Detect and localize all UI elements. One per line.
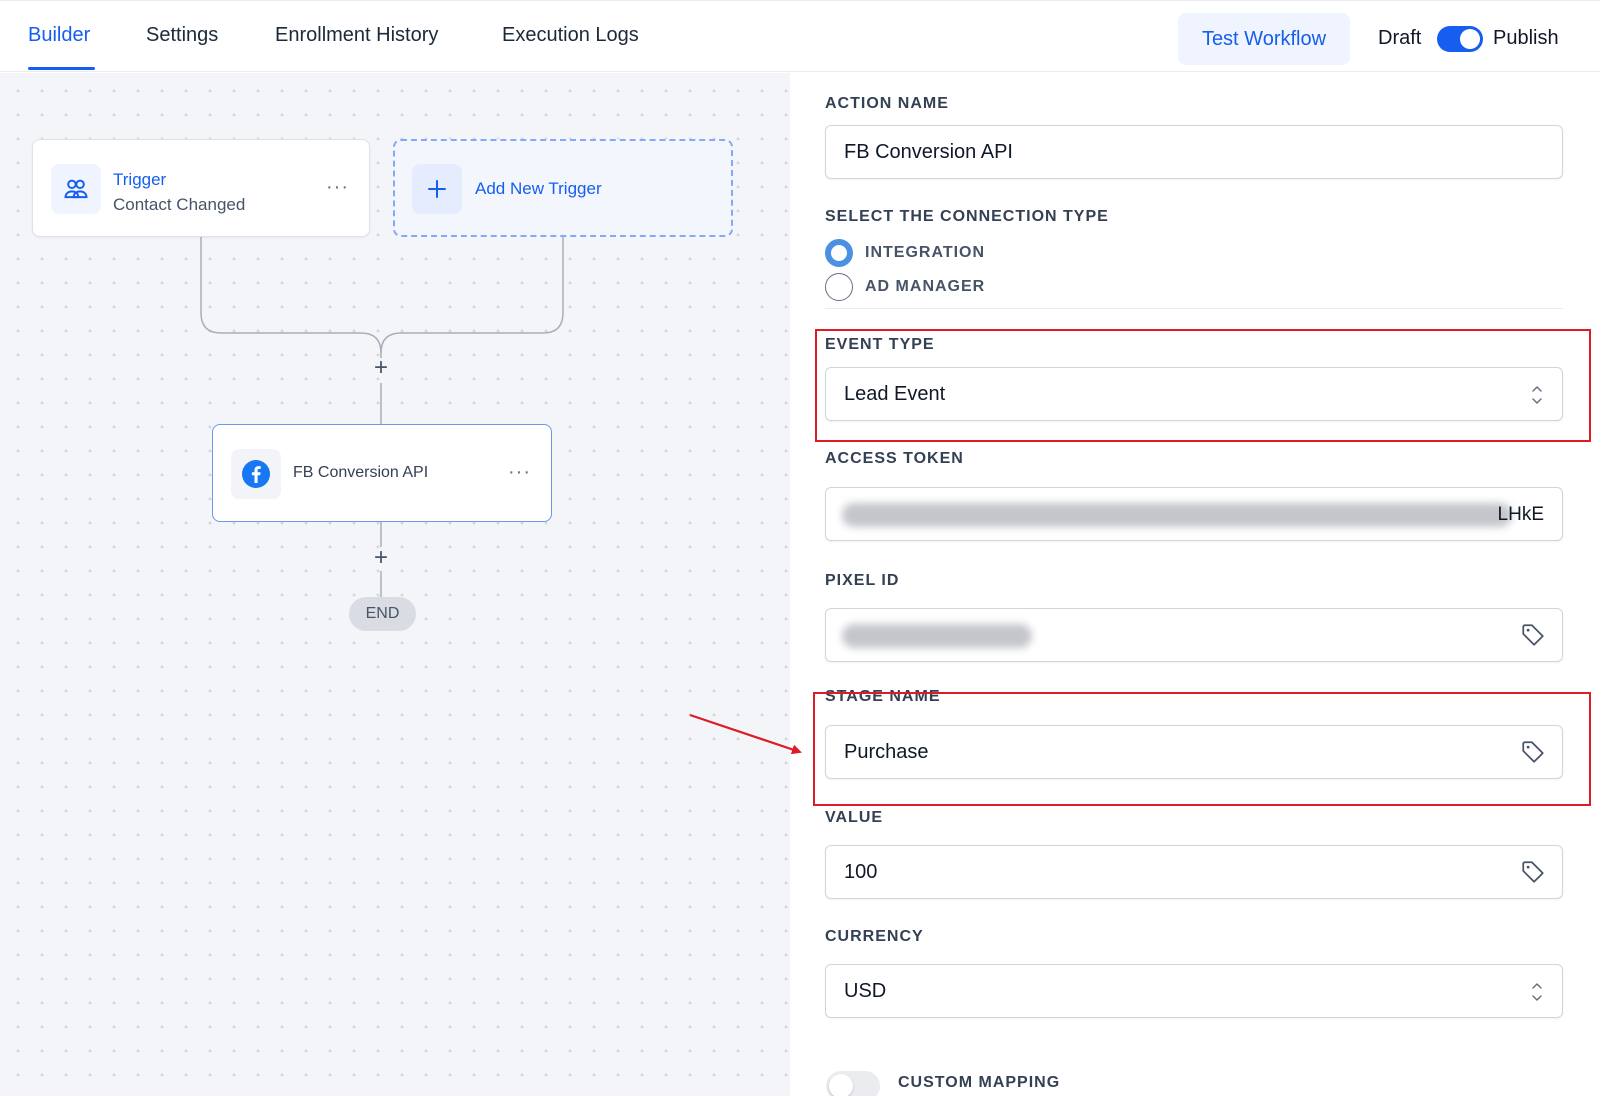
access-token-suffix: LHkE: [1497, 504, 1544, 525]
radio-ad-manager[interactable]: AD MANAGER: [825, 273, 985, 301]
value-label: VALUE: [825, 809, 884, 826]
add-new-trigger-button[interactable]: Add New Trigger: [393, 139, 733, 237]
currency-value: USD: [844, 980, 887, 1002]
top-bar: Builder Settings Enrollment History Exec…: [0, 0, 1600, 72]
radio-integration-circle[interactable]: [825, 239, 853, 267]
action-settings-panel: ACTION NAME FB Conversion API SELECT THE…: [790, 73, 1600, 1096]
connection-type-radio-group: INTEGRATION AD MANAGER: [825, 239, 1563, 309]
access-token-label: ACCESS TOKEN: [825, 450, 964, 467]
fb-conversion-action-node[interactable]: FB Conversion API ···: [212, 424, 552, 522]
action-name-input[interactable]: FB Conversion API: [825, 125, 1563, 179]
select-chevron-icon: [1532, 983, 1542, 1001]
publish-label: Publish: [1493, 27, 1559, 49]
add-step-button[interactable]: +: [371, 354, 391, 382]
event-type-highlight-box: [815, 329, 1591, 442]
radio-integration[interactable]: INTEGRATION: [825, 239, 985, 267]
trigger-node[interactable]: Trigger Contact Changed ···: [32, 139, 370, 237]
tag-icon[interactable]: [1520, 622, 1546, 648]
stage-name-highlight-box: [813, 692, 1591, 806]
redacted-pixel-id: [842, 624, 1032, 648]
action-name-label: ACTION NAME: [825, 95, 949, 112]
value-field-value: 100: [844, 861, 878, 883]
radio-ad-manager-circle[interactable]: [825, 273, 853, 301]
currency-label: CURRENCY: [825, 928, 924, 945]
trigger-subtitle: Contact Changed: [113, 195, 246, 214]
tab-enrollment-history[interactable]: Enrollment History: [275, 24, 438, 47]
more-options-icon[interactable]: ···: [508, 461, 531, 484]
currency-select[interactable]: USD: [825, 964, 1563, 1018]
tag-icon[interactable]: [1520, 859, 1546, 885]
radio-integration-label: INTEGRATION: [865, 244, 986, 261]
value-input[interactable]: 100: [825, 845, 1563, 899]
redacted-token: [842, 503, 1512, 527]
end-node: END: [349, 597, 416, 631]
users-icon: [51, 164, 101, 214]
action-name-value: FB Conversion API: [844, 141, 1013, 163]
plus-icon: [412, 164, 462, 214]
test-workflow-button[interactable]: Test Workflow: [1178, 13, 1350, 65]
access-token-input[interactable]: LHkE: [825, 487, 1563, 541]
tab-builder[interactable]: Builder: [28, 24, 90, 47]
publish-toggle[interactable]: [1437, 26, 1483, 52]
top-divider: [0, 0, 1600, 4]
toggle-knob: [829, 1074, 853, 1096]
draft-label: Draft: [1378, 27, 1422, 49]
radio-ad-manager-label: AD MANAGER: [865, 278, 986, 295]
add-step-button[interactable]: +: [371, 544, 391, 572]
workflow-canvas[interactable]: Trigger Contact Changed ··· Add New Trig…: [0, 73, 790, 1096]
pixel-id-label: PIXEL ID: [825, 572, 900, 589]
tab-execution-logs[interactable]: Execution Logs: [502, 24, 639, 47]
add-new-trigger-label: Add New Trigger: [475, 179, 602, 198]
trigger-title: Trigger: [113, 170, 167, 189]
connection-type-label: SELECT THE CONNECTION TYPE: [825, 208, 1109, 225]
facebook-icon: [231, 449, 281, 499]
pixel-id-input[interactable]: [825, 608, 1563, 662]
custom-mapping-toggle[interactable]: [826, 1071, 880, 1096]
active-tab-indicator: [28, 67, 95, 70]
action-node-label: FB Conversion API: [293, 464, 429, 481]
tab-settings[interactable]: Settings: [146, 24, 218, 47]
custom-mapping-label: CUSTOM MAPPING: [898, 1074, 1061, 1091]
more-options-icon[interactable]: ···: [326, 176, 349, 199]
toggle-knob: [1460, 29, 1480, 49]
